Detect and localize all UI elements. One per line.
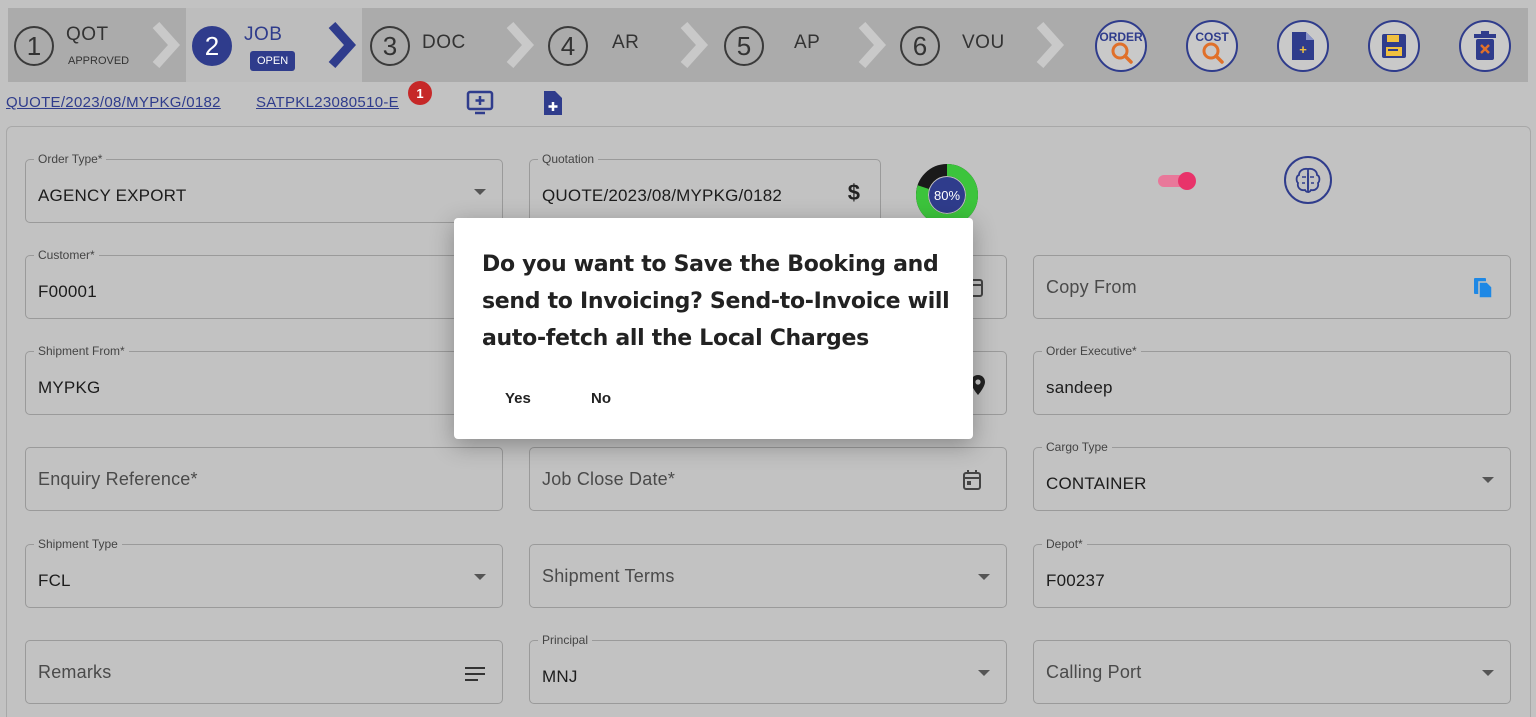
shipment-type-select[interactable]: Shipment Type FCL	[25, 537, 503, 608]
cargo-type-select[interactable]: Cargo Type CONTAINER	[1033, 440, 1511, 511]
field-value: MNJ	[542, 667, 578, 686]
field-value: AGENCY EXPORT	[38, 186, 187, 205]
step-name: AR	[612, 32, 640, 53]
dropdown-arrow-icon	[978, 574, 990, 580]
order-executive-field[interactable]: Order Executive* sandeep	[1033, 344, 1511, 415]
delete-button[interactable]	[1459, 20, 1511, 72]
step-name: JOB	[244, 24, 283, 45]
depot-field[interactable]: Depot* F00237	[1033, 537, 1511, 608]
brain-icon	[1295, 167, 1321, 193]
chevron-right-icon	[1036, 21, 1065, 69]
quotation-link[interactable]: QUOTE/2023/08/MYPKG/0182	[6, 94, 221, 111]
step-number: 2	[192, 26, 232, 66]
step-name: VOU	[962, 32, 1005, 53]
yes-button[interactable]: Yes	[505, 390, 531, 407]
field-label: Quotation	[538, 152, 599, 166]
field-value: F00001	[38, 282, 97, 301]
confirm-dialog: Do you want to Save the Booking and send…	[454, 218, 973, 439]
copy-from-field[interactable]: Copy From	[1033, 255, 1511, 319]
chevron-right-icon	[680, 21, 709, 69]
remarks-field[interactable]: Remarks	[25, 640, 503, 704]
field-placeholder: Shipment Terms	[542, 566, 675, 586]
svg-text:+: +	[1299, 42, 1307, 57]
chevron-right-icon	[328, 21, 357, 69]
step-status: APPROVED	[68, 55, 130, 67]
workflow-stepper: 1 QOT APPROVED 2 JOB OPEN 3 DOC 4 AR 5 A…	[8, 8, 1528, 82]
dropdown-arrow-icon	[474, 574, 486, 580]
chevron-right-icon	[506, 21, 535, 69]
field-value: sandeep	[1046, 378, 1113, 397]
field-placeholder: Enquiry Reference*	[38, 469, 198, 489]
add-screen-icon[interactable]	[466, 90, 494, 116]
field-value: CONTAINER	[1046, 474, 1147, 493]
order-search-button[interactable]: ORDER	[1095, 20, 1147, 72]
step-name: QOT	[66, 24, 109, 45]
customer-field[interactable]: Customer* F00001	[25, 248, 503, 319]
step-number: 6	[900, 26, 940, 66]
dropdown-arrow-icon	[1482, 477, 1494, 483]
step-name: AP	[794, 32, 821, 53]
chevron-right-icon	[152, 21, 181, 69]
step-number: 1	[14, 26, 54, 66]
field-value: QUOTE/2023/08/MYPKG/0182	[542, 186, 783, 205]
dropdown-arrow-icon	[474, 189, 486, 195]
step-number: 4	[548, 26, 588, 66]
file-add-icon: +	[1292, 32, 1314, 60]
step-number: 5	[724, 26, 764, 66]
field-value: MYPKG	[38, 378, 101, 397]
dialog-message: Do you want to Save the Booking and send…	[482, 252, 950, 351]
field-label: Order Type*	[34, 152, 107, 166]
field-placeholder: Calling Port	[1046, 662, 1142, 682]
dropdown-arrow-icon	[1482, 670, 1494, 676]
chevron-right-icon	[858, 21, 887, 69]
field-label: Shipment From*	[34, 344, 129, 358]
step-number: 3	[370, 26, 410, 66]
step-name: DOC	[422, 32, 466, 53]
field-label: Customer*	[34, 248, 99, 262]
new-document-button[interactable]: +	[1277, 20, 1329, 72]
notification-badge: 1	[408, 81, 432, 105]
enquiry-reference-field[interactable]: Enquiry Reference*	[25, 447, 503, 511]
cost-search-button[interactable]: COST	[1186, 20, 1238, 72]
copy-icon[interactable]	[1472, 276, 1494, 300]
search-icon	[1202, 42, 1224, 64]
calling-port-select[interactable]: Calling Port	[1033, 640, 1511, 704]
status-badge: OPEN	[250, 51, 296, 71]
field-placeholder: Remarks	[38, 662, 112, 682]
dropdown-arrow-icon	[978, 670, 990, 676]
no-button[interactable]: No	[591, 390, 611, 407]
shipment-terms-select[interactable]: Shipment Terms	[529, 544, 1007, 608]
order-type-select[interactable]: Order Type* AGENCY EXPORT	[25, 152, 503, 223]
ai-assist-button[interactable]	[1284, 156, 1332, 204]
field-label: Shipment Type	[34, 537, 122, 551]
search-icon	[1111, 42, 1133, 64]
calendar-icon[interactable]	[962, 469, 982, 491]
field-label: Cargo Type	[1042, 440, 1112, 454]
field-value: FCL	[38, 571, 71, 590]
quotation-field[interactable]: Quotation QUOTE/2023/08/MYPKG/0182 $	[529, 152, 881, 223]
field-placeholder: Job Close Date*	[542, 469, 676, 489]
principal-select[interactable]: Principal MNJ	[529, 633, 1007, 704]
save-button[interactable]	[1368, 20, 1420, 72]
save-icon	[1382, 34, 1406, 58]
job-close-date-field[interactable]: Job Close Date*	[529, 447, 1007, 511]
notes-icon	[465, 667, 485, 681]
dollar-icon[interactable]: $	[848, 180, 860, 206]
field-value: F00237	[1046, 571, 1105, 590]
progress-label: 80%	[934, 188, 960, 203]
shipment-from-field[interactable]: Shipment From* MYPKG	[25, 344, 503, 415]
trash-icon	[1474, 31, 1496, 60]
file-add-icon[interactable]	[542, 90, 564, 116]
field-placeholder: Copy From	[1046, 277, 1137, 297]
toggle-switch[interactable]	[1158, 172, 1198, 190]
field-label: Depot*	[1042, 537, 1087, 551]
field-label: Order Executive*	[1042, 344, 1141, 358]
field-label: Principal	[538, 633, 593, 647]
booking-link[interactable]: SATPKL23080510-E	[256, 94, 399, 111]
